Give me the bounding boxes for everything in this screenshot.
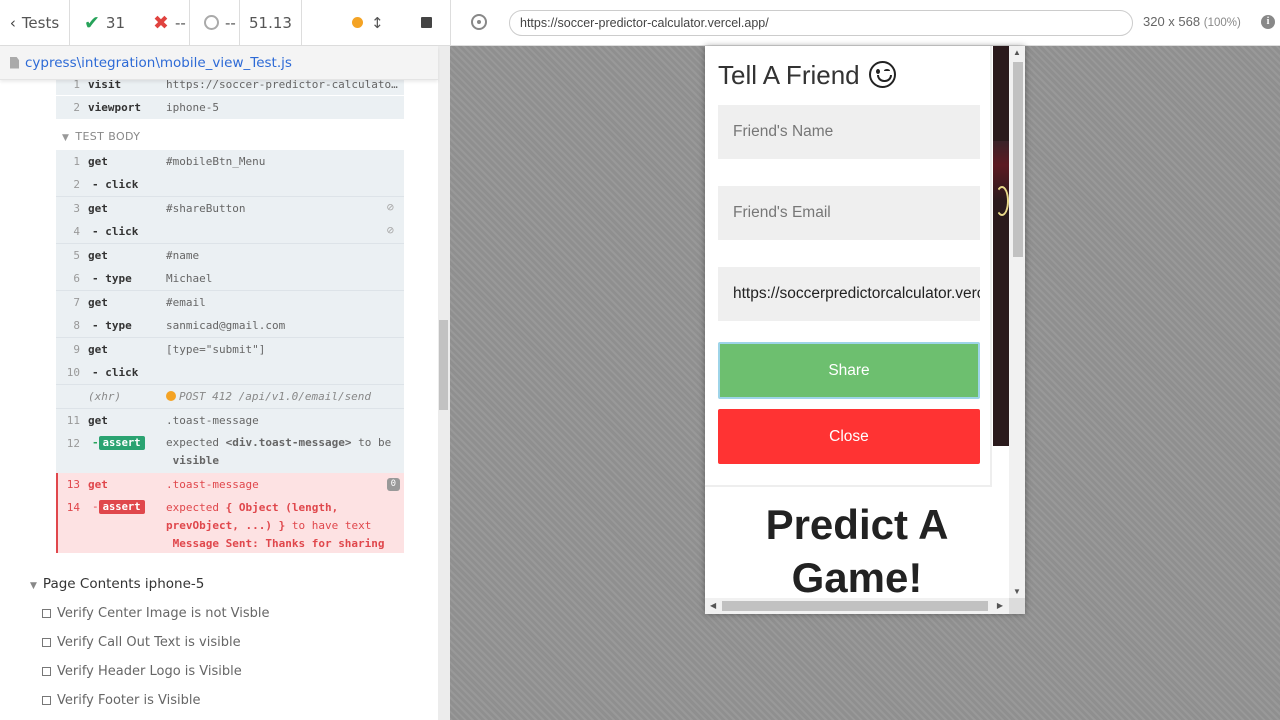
checkbox-icon <box>42 609 51 618</box>
passed-value: 31 <box>105 13 126 32</box>
command-row[interactable]: 10 - click <box>56 361 404 384</box>
command-row[interactable]: 1 get #mobileBtn_Menu <box>56 150 404 173</box>
file-icon <box>10 56 19 69</box>
command-row[interactable]: 3 get #shareButton ⊘ <box>56 197 404 220</box>
collapse-triangle-icon: ▼ <box>62 133 70 143</box>
command-row[interactable]: 8 - type sanmicad@gmail.com <box>56 314 404 337</box>
x-icon: ✖ <box>153 11 169 34</box>
duration: 51.13 <box>240 0 302 46</box>
scrollbar-corner <box>1009 598 1025 614</box>
tests-label: Tests <box>21 13 60 32</box>
command-row[interactable]: 6 - type Michael <box>56 267 404 290</box>
command-row[interactable]: 2 - click <box>56 173 404 196</box>
command-row[interactable]: 5 get #name <box>56 244 404 267</box>
selector-playground-icon[interactable] <box>471 14 487 30</box>
modal-title: Tell A Friend <box>718 60 896 91</box>
aut-url-bar[interactable]: https://soccer-predictor-calculator.verc… <box>509 10 1133 36</box>
checkbox-icon <box>42 638 51 647</box>
pending-count: -- <box>190 0 240 46</box>
xhr-row[interactable]: (xhr) POST 412 /api/v1.0/email/send <box>56 385 404 408</box>
stats-bar: ‹ Tests ✔ 31 ✖ -- -- 51.13 ↕ <box>0 0 450 46</box>
assert-badge: assert <box>98 500 145 514</box>
scrollbar-thumb[interactable] <box>722 601 988 611</box>
scrollbar-thumb[interactable] <box>1013 62 1023 257</box>
passed-count: ✔ 31 <box>84 12 125 34</box>
friend-name-field[interactable]: Friend's Name <box>718 105 980 159</box>
collapse-triangle-icon: ▼ <box>30 581 37 591</box>
share-link-field[interactable]: https://soccerpredictorcalculator.vercel… <box>718 267 980 321</box>
test-item[interactable]: Verify Center Image is not Visble <box>42 606 270 621</box>
failed-count: ✖ -- <box>153 12 186 34</box>
assert-badge: assert <box>98 436 145 450</box>
test-item[interactable]: Verify Footer is Visible <box>42 693 201 708</box>
spec-file-bar: cypress\integration\mobile_view_Test.js <box>0 46 438 80</box>
suite-title[interactable]: ▼ Page Contents iphone-5 <box>30 576 204 592</box>
pending-value: -- <box>225 13 236 32</box>
element-count-badge: 0 <box>386 478 400 491</box>
scroll-right-icon[interactable]: ▶ <box>997 601 1003 610</box>
checkbox-icon <box>42 696 51 705</box>
friend-email-field[interactable]: Friend's Email <box>718 186 980 240</box>
command-row[interactable]: 4 - click ⊘ <box>56 220 404 243</box>
test-body-header[interactable]: ▼ TEST BODY <box>62 130 140 143</box>
chevron-left-icon: ‹ <box>9 13 16 32</box>
results-counts: ✔ 31 ✖ -- <box>70 0 190 46</box>
background-image <box>993 46 1009 446</box>
reporter-scrollbar-thumb[interactable] <box>439 320 448 410</box>
auto-scroll-dot-icon[interactable] <box>352 17 363 28</box>
test-item[interactable]: Verify Call Out Text is visible <box>42 635 241 650</box>
tests-back-button[interactable]: ‹ Tests <box>0 0 70 46</box>
app-iframe: Tell A Friend Friend's Name Friend's Ema… <box>705 46 1025 614</box>
close-button[interactable]: Close <box>718 409 980 464</box>
assert-pass-row[interactable]: 12 - assert expected <div.toast-message> … <box>56 432 404 473</box>
checkbox-icon <box>42 667 51 676</box>
auto-scroll-toggle-icon[interactable]: ↕ <box>371 14 384 32</box>
reporter-panel: ‹ Tests ✔ 31 ✖ -- -- 51.13 ↕ cypress\int… <box>0 0 450 720</box>
share-button[interactable]: Share <box>718 342 980 399</box>
spec-file-link[interactable]: cypress\integration\mobile_view_Test.js <box>25 55 292 71</box>
tell-a-friend-modal: Tell A Friend Friend's Name Friend's Ema… <box>705 46 992 487</box>
scroll-up-icon[interactable]: ▲ <box>1013 48 1021 57</box>
failed-command-block[interactable]: 13 get .toast-message 0 14 - assert expec… <box>56 473 404 553</box>
command-row[interactable]: 2 viewport iphone-5 <box>56 96 404 119</box>
stop-icon[interactable] <box>420 17 432 28</box>
command-row[interactable]: 9 get [type="submit"] <box>56 338 404 361</box>
check-icon: ✔ <box>84 11 100 34</box>
scroll-left-icon[interactable]: ◀ <box>710 601 716 610</box>
eye-hidden-icon: ⊘ <box>386 200 394 214</box>
command-row[interactable]: 11 get .toast-message <box>56 409 404 432</box>
info-icon[interactable]: i <box>1261 15 1275 29</box>
predict-heading: Predict A Game! <box>765 501 949 601</box>
aut-header: https://soccer-predictor-calculator.verc… <box>450 0 1280 46</box>
app-vertical-scrollbar[interactable]: ▲ ▼ <box>1009 46 1025 598</box>
command-row[interactable]: 7 get #email <box>56 291 404 314</box>
wink-emoji-icon <box>868 61 896 88</box>
viewport-size-label: 320 x 568 (100%) <box>1143 14 1241 29</box>
test-item[interactable]: Verify Header Logo is Visible <box>42 664 242 679</box>
app-horizontal-scrollbar[interactable]: ◀ ▶ <box>705 598 1009 614</box>
pending-circle-icon <box>204 15 219 30</box>
xhr-status-dot-icon <box>166 391 176 401</box>
scroll-down-icon[interactable]: ▼ <box>1013 587 1021 596</box>
eye-hidden-icon: ⊘ <box>386 223 394 237</box>
run-controls: ↕ <box>302 0 450 46</box>
failed-value: -- <box>174 13 186 32</box>
